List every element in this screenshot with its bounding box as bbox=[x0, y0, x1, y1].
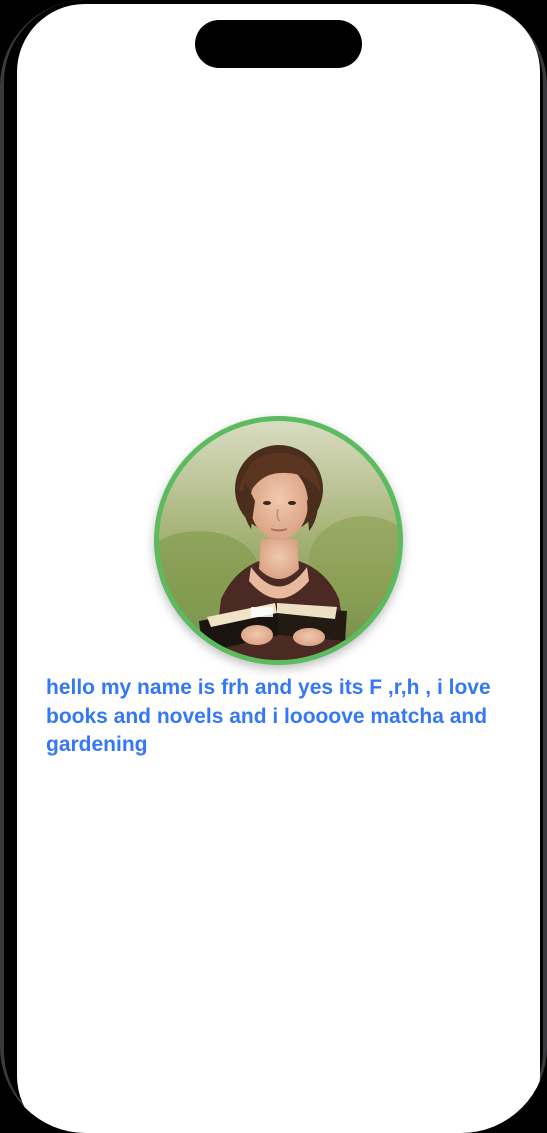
profile-bio-text: hello my name is frh and yes its F ,r,h … bbox=[46, 676, 491, 756]
phone-device-frame: hello my name is frh and yes its F ,r,h … bbox=[0, 0, 547, 1133]
phone-bezel: hello my name is frh and yes its F ,r,h … bbox=[4, 0, 543, 1133]
app-screen: hello my name is frh and yes its F ,r,h … bbox=[17, 4, 540, 1133]
profile-avatar-image bbox=[159, 421, 398, 660]
profile-photo-icon bbox=[159, 421, 398, 660]
dynamic-island bbox=[195, 20, 362, 68]
profile-avatar-ring bbox=[154, 416, 403, 665]
